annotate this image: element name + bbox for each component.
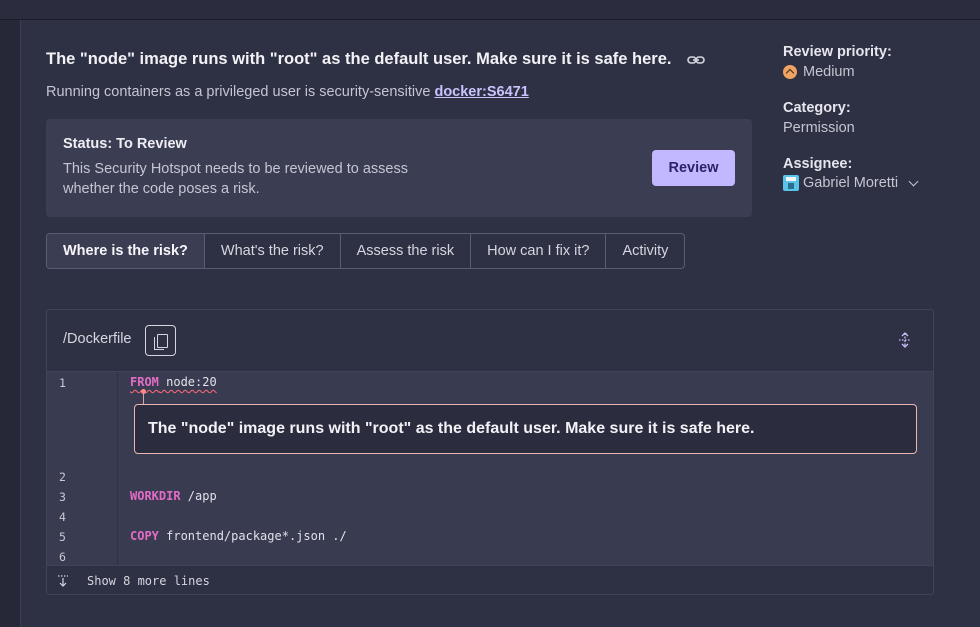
tab-where-is-the-risk[interactable]: Where is the risk? bbox=[47, 234, 205, 268]
category-value: Permission bbox=[783, 120, 855, 136]
review-button[interactable]: Review bbox=[652, 150, 735, 186]
hotspot-panel: The "node" image runs with "root" as the… bbox=[20, 20, 980, 627]
assignee-name: Gabriel Moretti bbox=[803, 175, 899, 191]
top-bar bbox=[0, 0, 980, 20]
assignee-select[interactable]: Gabriel Moretti bbox=[783, 175, 919, 191]
line-number: 6 bbox=[59, 550, 66, 564]
line-number-gutter: 1 2 3 4 5 6 bbox=[47, 372, 118, 566]
line-number: 2 bbox=[59, 470, 66, 484]
status-description: This Security Hotspot needs to be review… bbox=[63, 161, 408, 197]
priority-label: Review priority: bbox=[783, 44, 892, 60]
issue-marker-dot bbox=[141, 389, 146, 394]
status-title: Status: To Review bbox=[63, 136, 187, 152]
code-keyword: WORKDIR bbox=[130, 489, 181, 503]
code-text: frontend/package*.json ./ bbox=[158, 529, 347, 543]
code-line: COPY frontend/package*.json ./ bbox=[130, 529, 347, 543]
copy-icon[interactable] bbox=[145, 325, 176, 356]
priority-value: Medium bbox=[783, 64, 855, 80]
code-line: FROM node:20 bbox=[130, 375, 217, 389]
expand-icon[interactable] bbox=[899, 332, 911, 348]
hotspot-title-row: The "node" image runs with "root" as the… bbox=[46, 50, 706, 69]
hotspot-tabs: Where is the risk? What's the risk? Asse… bbox=[46, 233, 686, 269]
rule-link[interactable]: docker:S6471 bbox=[434, 84, 528, 100]
tab-assess-the-risk[interactable]: Assess the risk bbox=[341, 234, 472, 268]
code-body: 1 2 3 4 5 6 FROM node:20 The "node" imag… bbox=[47, 371, 933, 566]
code-keyword: COPY bbox=[130, 529, 159, 543]
hotspot-description-text: Running containers as a privileged user … bbox=[46, 84, 431, 100]
issue-message: The "node" image runs with "root" as the… bbox=[148, 420, 755, 437]
hotspot-description: Running containers as a privileged user … bbox=[46, 84, 529, 100]
link-icon[interactable] bbox=[687, 53, 706, 67]
priority-text: Medium bbox=[803, 64, 855, 80]
code-text: node:20 bbox=[158, 375, 217, 389]
chevron-down-icon[interactable] bbox=[908, 176, 919, 186]
assignee-label: Assignee: bbox=[783, 156, 853, 172]
code-text: /app bbox=[180, 489, 217, 503]
code-viewer: /Dockerfile 1 2 3 4 5 6 FROM node:20 The… bbox=[46, 309, 934, 595]
category-label: Category: bbox=[783, 100, 851, 116]
file-name: /Dockerfile bbox=[63, 331, 132, 347]
expand-down-icon bbox=[58, 575, 68, 587]
code-viewer-header: /Dockerfile bbox=[47, 310, 933, 371]
avatar-icon bbox=[783, 175, 799, 191]
show-more-label: Show 8 more lines bbox=[87, 574, 210, 588]
line-number: 3 bbox=[59, 490, 66, 504]
line-number: 1 bbox=[59, 376, 66, 390]
line-number: 5 bbox=[59, 530, 66, 544]
line-number: 4 bbox=[59, 510, 66, 524]
hotspot-title: The "node" image runs with "root" as the… bbox=[46, 50, 672, 68]
tab-whats-the-risk[interactable]: What's the risk? bbox=[205, 234, 341, 268]
code-line: WORKDIR /app bbox=[130, 489, 217, 503]
issue-message-box: The "node" image runs with "root" as the… bbox=[134, 404, 917, 454]
show-more-lines[interactable]: Show 8 more lines bbox=[47, 565, 933, 594]
tab-activity[interactable]: Activity bbox=[606, 234, 684, 268]
code-keyword: FROM bbox=[130, 375, 159, 389]
status-box: Status: To Review This Security Hotspot … bbox=[46, 119, 752, 217]
chevron-up-circle-icon bbox=[783, 65, 797, 79]
tab-how-can-i-fix-it[interactable]: How can I fix it? bbox=[471, 234, 607, 268]
